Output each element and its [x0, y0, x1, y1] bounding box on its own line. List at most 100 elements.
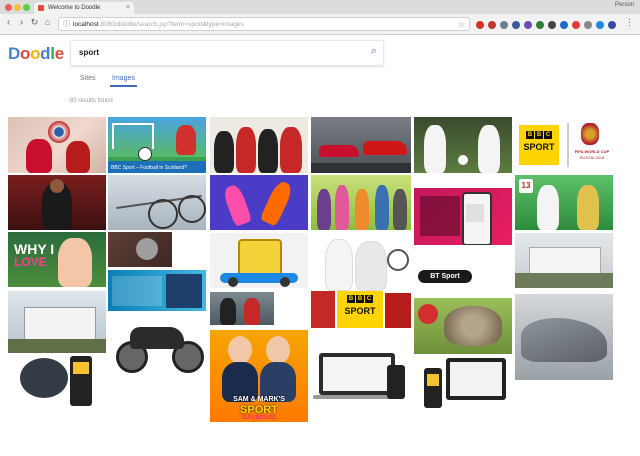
home-icon[interactable]: ⌂: [42, 17, 53, 27]
bookmark-star-icon[interactable]: ☆: [458, 18, 465, 30]
logo-letter: D: [8, 44, 20, 63]
photo-panel: [166, 274, 202, 308]
newspaper-panel: [112, 276, 162, 306]
doodle-logo[interactable]: Doodle: [8, 44, 64, 64]
browser-menu-icon[interactable]: ⋮: [625, 17, 634, 28]
person-figure: [220, 298, 236, 325]
tab-sites[interactable]: Sites: [78, 72, 98, 85]
extension-shield-icon[interactable]: [572, 21, 580, 29]
image-result[interactable]: [108, 175, 206, 230]
image-result[interactable]: [311, 117, 411, 173]
bbc-sport-logo: BBC SPORT: [337, 291, 383, 328]
close-window-button[interactable]: [5, 4, 12, 11]
extension-green-icon[interactable]: [536, 21, 544, 29]
extension-grey-icon[interactable]: [500, 21, 508, 29]
image-result[interactable]: [414, 117, 512, 173]
presenter-head: [266, 336, 290, 364]
image-result[interactable]: BBC Sport – Football in Scotland?: [108, 117, 206, 173]
building-image: [24, 307, 96, 343]
grass-strip: [8, 339, 106, 353]
motorbike-body-image: [130, 327, 184, 349]
phone-image: [387, 365, 405, 399]
extension-opera-icon[interactable]: [476, 21, 484, 29]
image-result[interactable]: [210, 233, 308, 288]
image-result[interactable]: [210, 292, 274, 325]
wheel-image: [228, 277, 238, 287]
profile-label[interactable]: Person: [615, 2, 634, 8]
extension-vpn-icon[interactable]: [608, 21, 616, 29]
laptop-screen: [323, 357, 391, 391]
search-box: ⌕: [70, 40, 384, 66]
image-result[interactable]: [8, 354, 106, 410]
doodle-favicon-icon: [38, 5, 44, 11]
close-tab-icon[interactable]: ×: [126, 2, 130, 14]
image-result[interactable]: [108, 232, 172, 267]
bbc-block: B: [356, 295, 364, 303]
extension-purple-icon[interactable]: [524, 21, 532, 29]
image-result[interactable]: SAM & MARK'S SPORT SUPERSTARS: [210, 330, 308, 422]
extension-chat-icon[interactable]: [596, 21, 604, 29]
image-result[interactable]: [210, 175, 308, 230]
image-result[interactable]: [8, 291, 106, 353]
bbc-sport-label: SPORT: [523, 142, 555, 152]
image-result[interactable]: BT Sport: [414, 268, 512, 285]
page-info-icon[interactable]: ⓘ: [63, 18, 70, 30]
maximize-window-button[interactable]: [23, 4, 30, 11]
image-result[interactable]: [311, 175, 411, 230]
tab-images[interactable]: Images: [110, 72, 137, 87]
minimize-window-button[interactable]: [14, 4, 21, 11]
presenter-head: [228, 336, 252, 364]
address-bar[interactable]: ⓘ localhost:8080/doodle/search.jsp?term=…: [58, 17, 470, 31]
image-result[interactable]: [515, 233, 613, 288]
phone-screen: [73, 362, 89, 374]
person-figure: [393, 189, 407, 230]
player-figure: [537, 185, 559, 230]
browser-tab-title: Welcome to Doodle: [48, 5, 101, 11]
extension-blue-icon[interactable]: [512, 21, 520, 29]
image-caption: BBC Sport – Football in Scotland?: [111, 165, 187, 171]
extension-dark-icon[interactable]: [548, 21, 556, 29]
tennis-player-figure: [355, 241, 387, 291]
image-result[interactable]: [108, 313, 206, 375]
search-icon[interactable]: ⌕: [371, 45, 377, 58]
logo-letter: o: [19, 44, 31, 63]
back-arrow-icon[interactable]: ‹: [3, 17, 14, 28]
bbc-sport-label: SPORT: [344, 306, 376, 316]
bbc-block: C: [544, 131, 552, 139]
dart-target-image: [48, 121, 70, 143]
image-result[interactable]: [108, 270, 206, 311]
football-image: [458, 155, 468, 165]
image-result[interactable]: [8, 175, 106, 230]
image-result[interactable]: [311, 349, 411, 405]
image-result[interactable]: 13: [515, 175, 613, 230]
helmet-image: [136, 238, 158, 260]
football-player-figure: [478, 125, 500, 173]
image-result[interactable]: [210, 117, 308, 173]
image-result[interactable]: BBC SPORT FIFA WORLD CUP RUSSIA 2018: [515, 117, 613, 173]
tennis-player-figure: [325, 239, 353, 291]
extension-b-icon[interactable]: [560, 21, 568, 29]
bbc-sport-logo: BBC SPORT: [519, 125, 559, 165]
reload-icon[interactable]: ↻: [29, 17, 40, 28]
why-headline: WHY I: [14, 241, 55, 257]
goal-net-image: [112, 123, 154, 149]
forward-arrow-icon[interactable]: ›: [16, 17, 27, 28]
image-result[interactable]: WHY I LOVE: [8, 232, 106, 287]
world-cup-trophy-image: [581, 123, 599, 145]
browser-tab-strip: Welcome to Doodle × Person: [0, 0, 640, 14]
race-car-image: [363, 141, 407, 155]
logo-letter: o: [30, 44, 41, 63]
image-result[interactable]: [515, 294, 613, 380]
person-figure: [258, 129, 278, 173]
search-input[interactable]: [79, 45, 349, 60]
image-result[interactable]: [414, 354, 512, 412]
image-result[interactable]: [414, 188, 512, 245]
cartoon-athlete-figure: [259, 179, 295, 227]
image-result[interactable]: [414, 298, 512, 354]
image-result[interactable]: [8, 117, 106, 173]
url-host: localhost: [73, 21, 99, 28]
browser-tab[interactable]: Welcome to Doodle ×: [34, 2, 134, 14]
extension-puzzle-icon[interactable]: [584, 21, 592, 29]
extension-red-icon[interactable]: [488, 21, 496, 29]
image-result[interactable]: BBC SPORT: [311, 233, 411, 328]
